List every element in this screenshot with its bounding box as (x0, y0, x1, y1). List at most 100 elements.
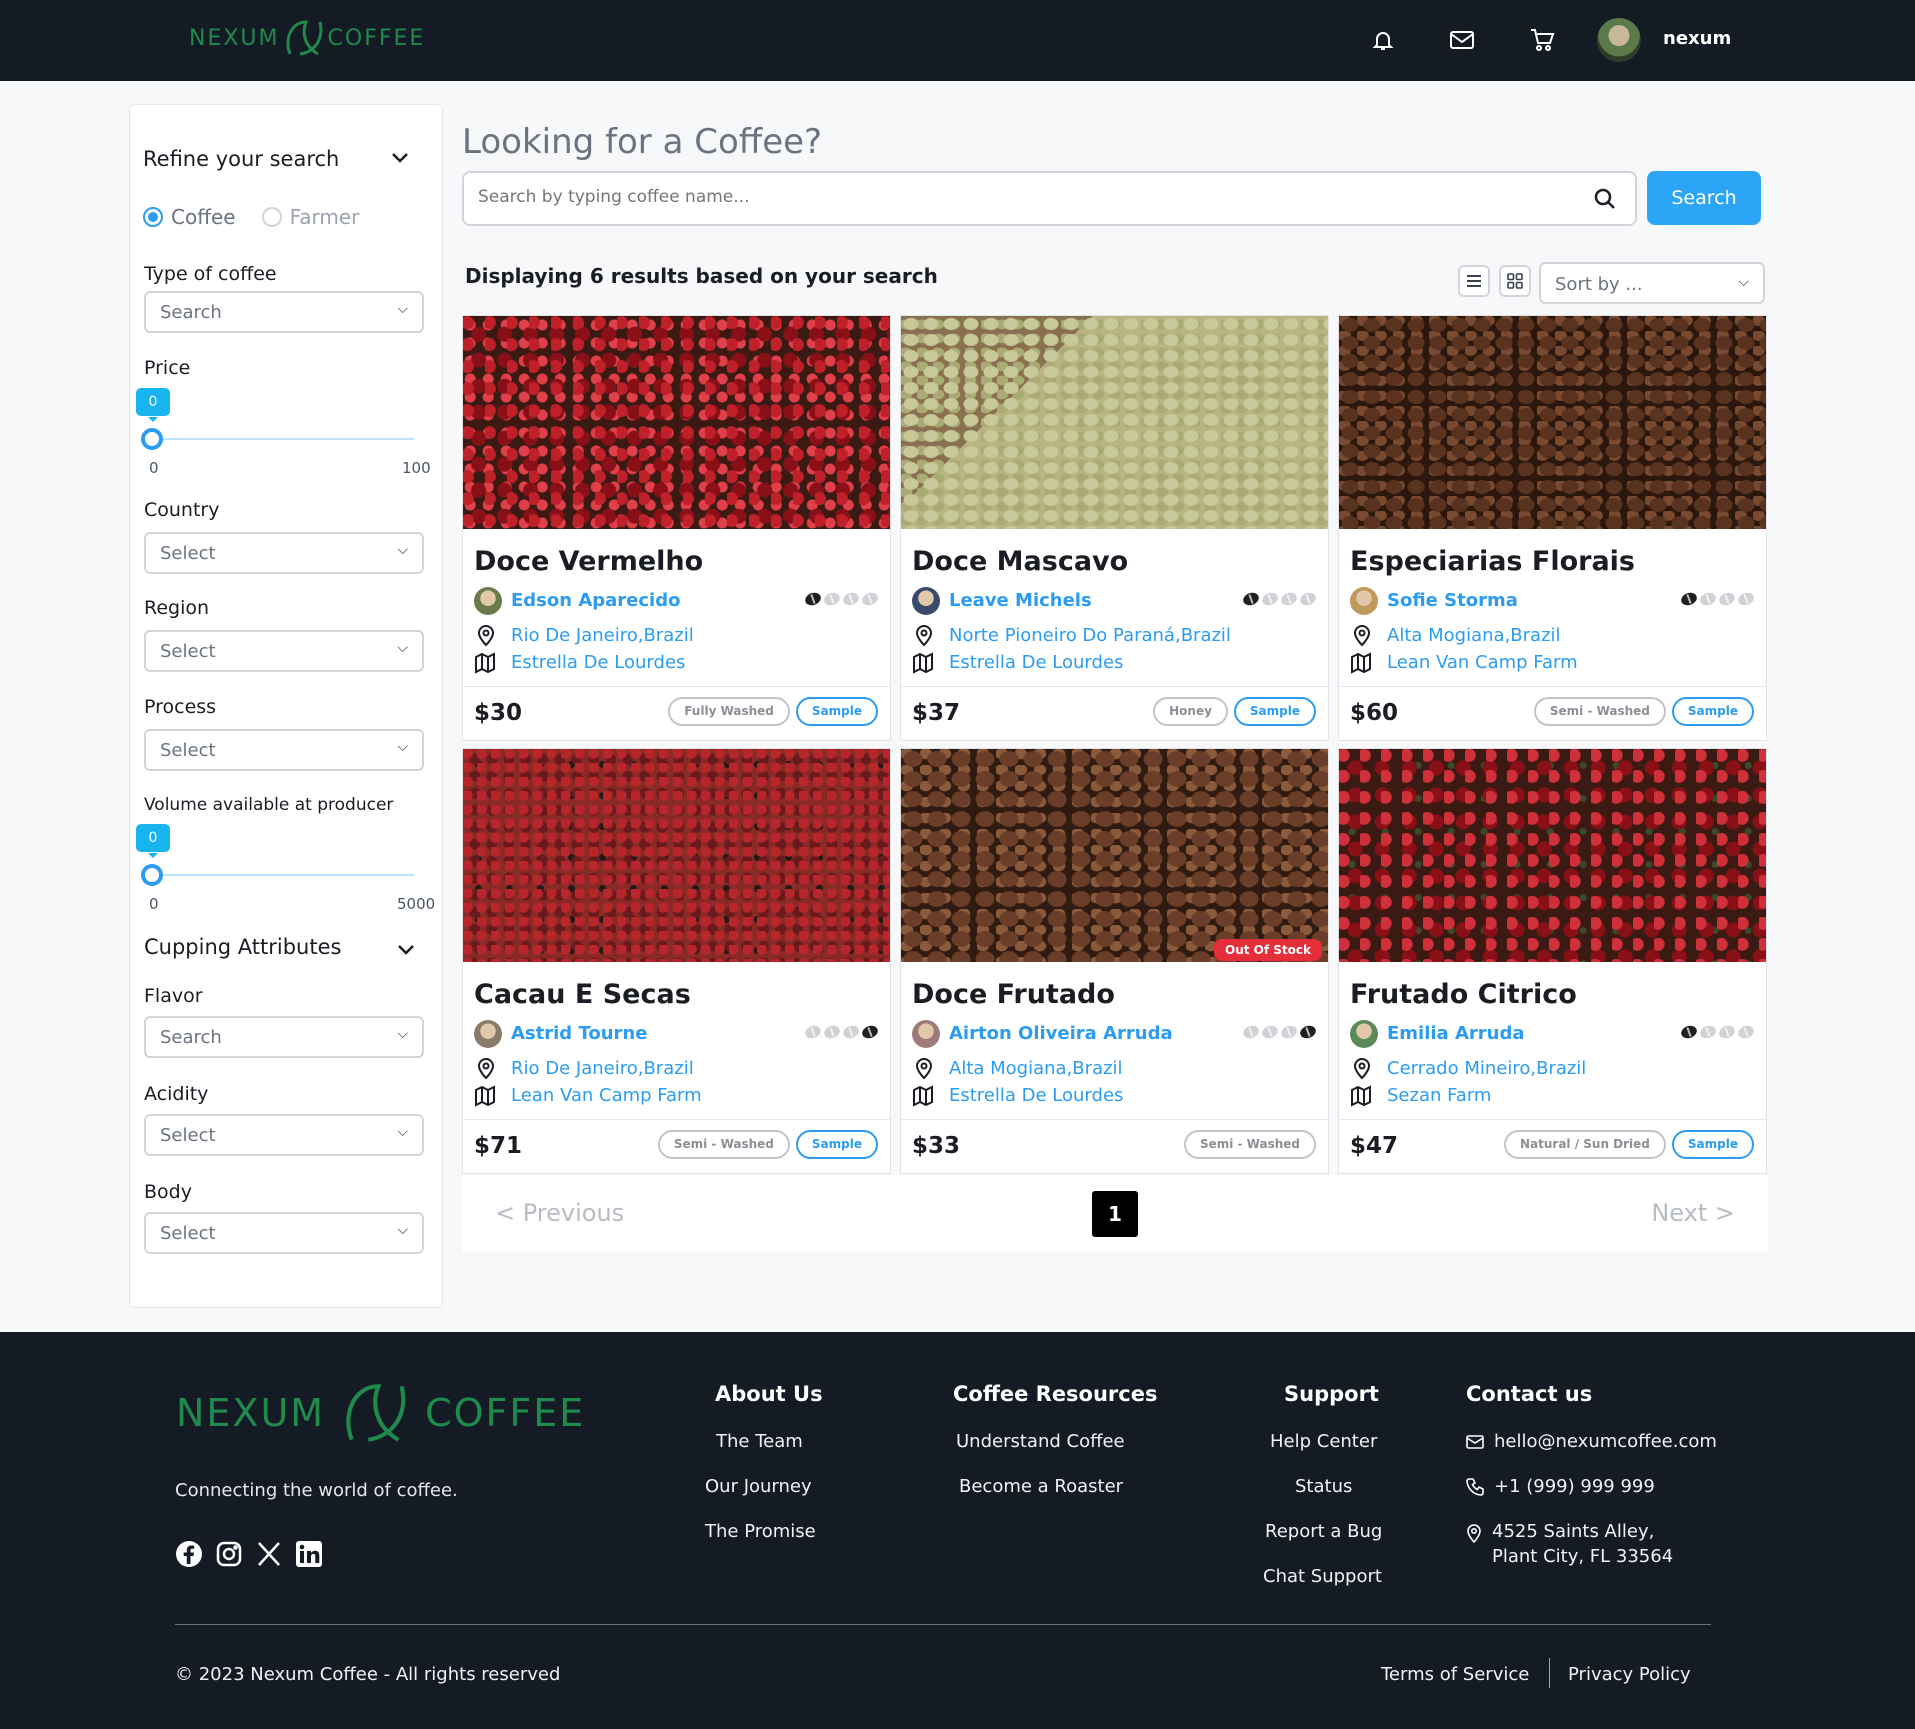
search-input[interactable] (478, 187, 1558, 207)
product-image[interactable] (463, 749, 890, 962)
cart-icon[interactable] (1528, 26, 1556, 54)
product-location[interactable]: Norte Pioneiro Do Paraná,Brazil (949, 625, 1231, 646)
farmer-name[interactable]: Sofie Storma (1387, 590, 1518, 611)
product-name[interactable]: Doce Frutado (912, 979, 1115, 1010)
product-location[interactable]: Rio De Janeiro,Brazil (511, 625, 694, 646)
product-card[interactable]: Out Of Stock Doce Frutado Airton Oliveir… (900, 748, 1329, 1174)
contact-address-line-1: 4525 Saints Alley, (1492, 1521, 1655, 1542)
footer-link-chat-support[interactable]: Chat Support (1263, 1566, 1382, 1587)
product-farm[interactable]: Estrella De Lourdes (949, 652, 1123, 673)
page-number-button[interactable]: 1 (1092, 1191, 1138, 1237)
volume-slider-thumb[interactable] (141, 864, 163, 886)
x-icon[interactable] (255, 1540, 283, 1568)
product-card[interactable]: Cacau E Secas Astrid Tourne Rio De Janei… (462, 748, 891, 1174)
contact-phone[interactable]: +1 (999) 999 999 (1466, 1476, 1655, 1497)
flavor-select[interactable]: Search ⌵ (144, 1016, 424, 1058)
brand-logo[interactable]: NEXUM COFFEE (189, 18, 425, 58)
out-of-stock-badge: Out Of Stock (1214, 939, 1322, 961)
product-image[interactable] (901, 749, 1328, 962)
product-image[interactable] (1339, 749, 1766, 962)
price-slider-track[interactable] (150, 438, 414, 440)
product-tags: Fully Washed Sample (668, 697, 878, 726)
product-name[interactable]: Frutado Citrico (1350, 979, 1577, 1010)
footer-link-help-center[interactable]: Help Center (1270, 1431, 1377, 1452)
product-image[interactable] (1339, 316, 1766, 529)
search-button[interactable]: Search (1647, 171, 1761, 225)
footer-link-promise[interactable]: The Promise (705, 1521, 816, 1542)
coffee-radio[interactable] (143, 207, 163, 227)
footer-brand-logo[interactable]: NEXUM COFFEE (176, 1377, 585, 1449)
farmer-name[interactable]: Airton Oliveira Arruda (949, 1023, 1173, 1044)
body-select[interactable]: Select ⌵ (144, 1212, 424, 1254)
product-farm[interactable]: Sezan Farm (1387, 1085, 1491, 1106)
search-icon[interactable] (1593, 187, 1617, 215)
map-icon (1350, 652, 1372, 678)
process-select[interactable]: Select ⌵ (144, 729, 424, 771)
chevron-down-icon[interactable] (390, 149, 410, 170)
sample-badge[interactable]: Sample (1233, 697, 1316, 726)
footer-link-become-roaster[interactable]: Become a Roaster (959, 1476, 1123, 1497)
region-select[interactable]: Select ⌵ (144, 630, 424, 672)
footer-link-report-bug[interactable]: Report a Bug (1265, 1521, 1382, 1542)
results-count: Displaying 6 results based on your searc… (465, 264, 938, 288)
terms-of-service-link[interactable]: Terms of Service (1381, 1664, 1529, 1685)
product-name[interactable]: Doce Vermelho (474, 546, 703, 577)
farmer-name[interactable]: Astrid Tourne (511, 1023, 647, 1044)
product-location[interactable]: Alta Mogiana,Brazil (1387, 625, 1561, 646)
sample-badge[interactable]: Sample (1671, 697, 1754, 726)
process-badge: Semi - Washed (657, 1130, 790, 1159)
coffee-radio-label[interactable]: Coffee (171, 205, 236, 229)
volume-slider-track[interactable] (150, 874, 414, 876)
sample-badge[interactable]: Sample (795, 697, 878, 726)
sample-badge[interactable]: Sample (1671, 1130, 1754, 1159)
price-slider-thumb[interactable] (141, 428, 163, 450)
product-name[interactable]: Cacau E Secas (474, 979, 691, 1010)
product-farm[interactable]: Lean Van Camp Farm (1387, 652, 1578, 673)
bell-icon[interactable] (1369, 26, 1397, 54)
next-page-button[interactable]: Next > (1651, 1199, 1735, 1227)
farmer-name[interactable]: Leave Michels (949, 590, 1092, 611)
product-name[interactable]: Doce Mascavo (912, 546, 1128, 577)
product-farm[interactable]: Estrella De Lourdes (949, 1085, 1123, 1106)
facebook-icon[interactable] (175, 1540, 203, 1568)
product-image[interactable] (463, 316, 890, 529)
product-card[interactable]: Doce Vermelho Edson Aparecido Rio De Jan… (462, 315, 891, 741)
process-label: Process (144, 696, 217, 718)
instagram-icon[interactable] (215, 1540, 243, 1568)
product-image[interactable] (901, 316, 1328, 529)
product-card[interactable]: Especiarias Florais Sofie Storma Alta Mo… (1338, 315, 1767, 741)
mail-icon[interactable] (1448, 26, 1476, 54)
footer-link-team[interactable]: The Team (716, 1431, 803, 1452)
user-name[interactable]: nexum (1663, 28, 1731, 49)
privacy-policy-link[interactable]: Privacy Policy (1568, 1664, 1691, 1685)
product-location[interactable]: Cerrado Mineiro,Brazil (1387, 1058, 1586, 1079)
chevron-down-icon[interactable] (396, 941, 416, 962)
contact-email[interactable]: hello@nexumcoffee.com (1466, 1431, 1717, 1452)
farmer-name[interactable]: Edson Aparecido (511, 590, 680, 611)
sample-badge[interactable]: Sample (795, 1130, 878, 1159)
farmer-radio[interactable] (261, 207, 282, 227)
product-farm[interactable]: Estrella De Lourdes (511, 652, 685, 673)
user-avatar[interactable] (1597, 18, 1641, 62)
card-divider (463, 1119, 890, 1120)
farmer-name[interactable]: Emilia Arruda (1387, 1023, 1525, 1044)
footer-link-status[interactable]: Status (1295, 1476, 1352, 1497)
farmer-radio-label[interactable]: Farmer (290, 205, 360, 229)
list-view-button[interactable] (1458, 265, 1490, 297)
location-pin-icon (476, 625, 496, 651)
grid-view-button[interactable] (1499, 265, 1531, 297)
sort-select[interactable]: Sort by ... ⌵ (1539, 262, 1765, 304)
acidity-select[interactable]: Select ⌵ (144, 1114, 424, 1156)
linkedin-icon[interactable] (295, 1540, 323, 1568)
product-location[interactable]: Alta Mogiana,Brazil (949, 1058, 1123, 1079)
type-of-coffee-select[interactable]: Search ⌵ (144, 291, 424, 333)
country-select[interactable]: Select ⌵ (144, 532, 424, 574)
product-name[interactable]: Especiarias Florais (1350, 546, 1635, 577)
product-card[interactable]: Doce Mascavo Leave Michels Norte Pioneir… (900, 315, 1329, 741)
footer-link-journey[interactable]: Our Journey (705, 1476, 812, 1497)
product-farm[interactable]: Lean Van Camp Farm (511, 1085, 702, 1106)
product-card[interactable]: Frutado Citrico Emilia Arruda Cerrado Mi… (1338, 748, 1767, 1174)
footer-link-understand-coffee[interactable]: Understand Coffee (956, 1431, 1125, 1452)
product-location[interactable]: Rio De Janeiro,Brazil (511, 1058, 694, 1079)
previous-page-button[interactable]: < Previous (495, 1199, 624, 1227)
